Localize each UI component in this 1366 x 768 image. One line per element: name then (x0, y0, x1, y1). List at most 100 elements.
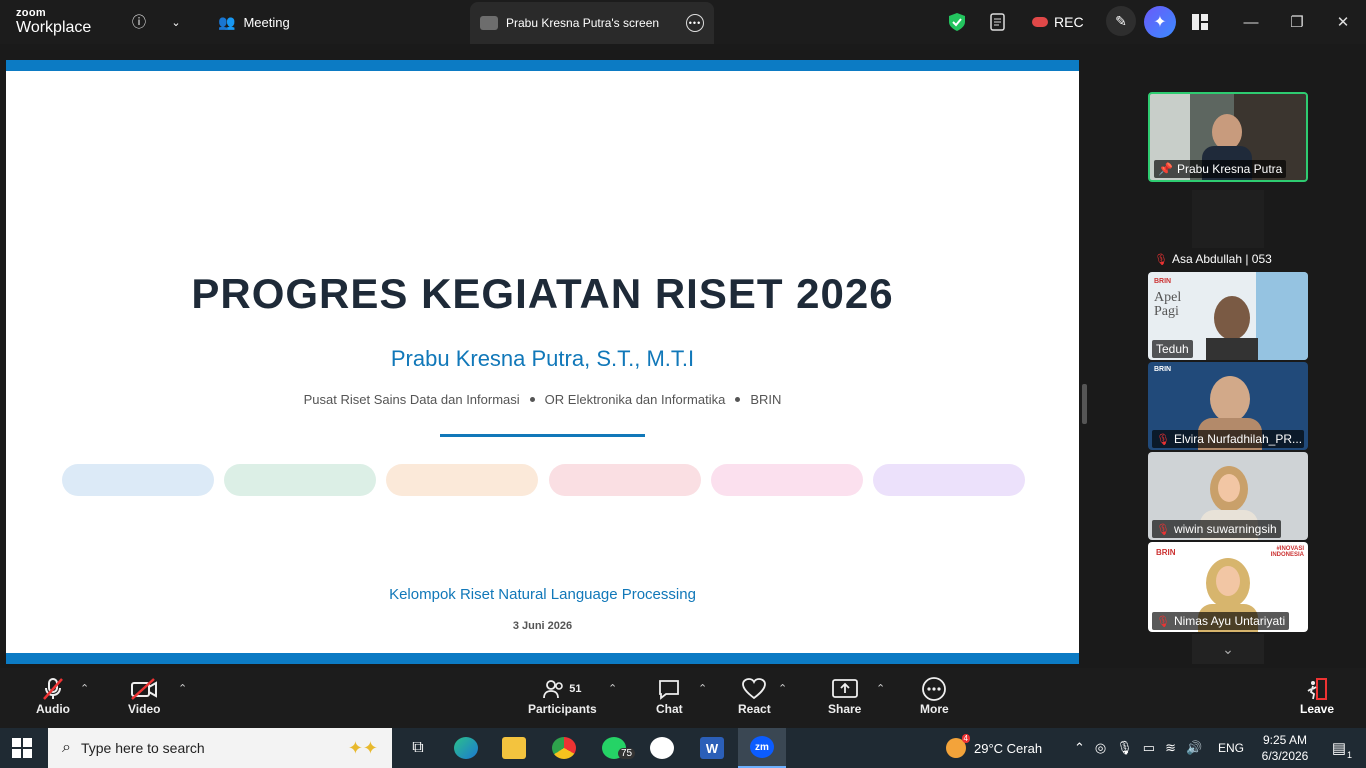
annotate-pencil-icon[interactable]: ✎ (1106, 6, 1136, 36)
participants-icon: 51 (543, 676, 581, 702)
tray-camera-icon[interactable]: ◎ (1095, 740, 1106, 756)
tab-shared-screen[interactable]: Prabu Kresna Putra's screen ••• (470, 2, 714, 44)
task-view-icon[interactable]: ⧉ (394, 728, 442, 768)
video-options-caret-icon[interactable]: ⌃ (178, 682, 187, 695)
notification-count: 1 (1346, 750, 1352, 760)
participant-name-label: 🎙 Nimas Ayu Untariyati (1152, 612, 1290, 630)
leave-icon (1305, 676, 1329, 702)
heart-icon (741, 676, 767, 702)
zoom-taskbar-icon[interactable]: zm (738, 728, 786, 768)
weather-text: 29°C Cerah (974, 740, 1043, 756)
participants-caret-icon[interactable]: ⌃ (608, 682, 617, 695)
file-explorer-icon[interactable] (490, 728, 538, 768)
tab-meeting[interactable]: 👥 Meeting (218, 0, 290, 44)
minimize-icon[interactable]: — (1228, 0, 1274, 44)
video-tile[interactable]: BRIN 🎙 Elvira Nurfadhilah_PR... (1148, 362, 1308, 450)
slide-pill (872, 464, 1025, 496)
slide-research-group: Kelompok Riset Natural Language Processi… (389, 586, 696, 603)
react-button[interactable]: React (738, 676, 771, 716)
leave-label: Leave (1300, 702, 1335, 716)
react-label: React (738, 702, 771, 716)
more-options-icon[interactable]: ••• (686, 14, 704, 32)
notifications-icon[interactable]: ▤ 1 (1326, 728, 1352, 768)
ai-companion-icon[interactable]: ✦ (1144, 6, 1176, 38)
chat-button[interactable]: Chat (656, 676, 683, 716)
video-tile-active-speaker[interactable]: 📌 Prabu Kresna Putra (1148, 92, 1308, 182)
weather-widget[interactable]: 4 29°C Cerah (946, 728, 1042, 768)
mic-muted-icon: 🎙 (1156, 615, 1170, 628)
react-caret-icon[interactable]: ⌃ (778, 682, 787, 695)
notes-icon[interactable] (988, 0, 1008, 44)
participants-button[interactable]: 51 Participants (528, 676, 597, 716)
bullet-dot (529, 397, 535, 402)
search-icon: ⌕ (62, 739, 71, 756)
brin-logo: BRIN (1154, 278, 1172, 285)
security-shield-icon[interactable] (948, 0, 966, 44)
more-button[interactable]: More (920, 676, 949, 716)
leave-button[interactable]: Leave (1300, 676, 1334, 716)
language-indicator[interactable]: ENG (1218, 728, 1244, 768)
language-label: ENG (1218, 741, 1245, 755)
brin-logo: BRIN (1156, 548, 1176, 557)
video-button[interactable]: Video (128, 676, 160, 716)
participant-name: Elvira Nurfadhilah_PR... (1173, 432, 1303, 446)
info-icon[interactable]: ⓘ (130, 0, 148, 44)
affiliation-agency: BRIN (750, 392, 782, 407)
participants-count: 51 (569, 683, 582, 695)
tab-share-label: Prabu Kresna Putra's screen (506, 16, 660, 30)
chatgpt-icon[interactable] (638, 728, 686, 768)
whatsapp-badge: 75 (618, 748, 636, 759)
slide-pill (224, 464, 377, 496)
wifi-icon[interactable]: ≋ (1165, 740, 1176, 756)
recording-indicator[interactable]: REC (1032, 0, 1084, 44)
volume-icon[interactable]: 🔊 (1186, 740, 1202, 756)
inovasi-logo: #INOVASI INDONESIA (1270, 546, 1304, 558)
share-button[interactable]: Share (828, 676, 861, 716)
splitter-handle[interactable] (1082, 384, 1087, 424)
chevron-down-icon[interactable]: ⌄ (168, 0, 184, 44)
tray-chevron-icon[interactable]: ⌃ (1074, 740, 1085, 756)
gallery-scroll-down-icon[interactable]: ⌄ (1192, 634, 1264, 664)
participant-name: wiwin suwarningsih (1173, 522, 1277, 536)
share-caret-icon[interactable]: ⌃ (876, 682, 885, 695)
audio-options-caret-icon[interactable]: ⌃ (80, 682, 89, 695)
word-icon[interactable]: W (688, 728, 736, 768)
edge-icon[interactable] (442, 728, 490, 768)
battery-icon[interactable]: ▭ (1143, 740, 1155, 756)
weather-badge: 4 (961, 734, 970, 743)
more-label: More (920, 702, 949, 716)
participant-name: Nimas Ayu Untariyati (1173, 614, 1286, 628)
tray-mic-icon[interactable]: 🎙 (1116, 740, 1133, 756)
video-tile[interactable]: 🎙 wiwin suwarningsih (1148, 452, 1308, 540)
participant-name-label: 🎙 Asa Abdullah | 053 (1150, 250, 1276, 268)
participant-name-label: 📌 Prabu Kresna Putra (1154, 160, 1287, 178)
brand-bottom: Workplace (16, 19, 92, 36)
windows-start-icon[interactable] (12, 738, 32, 758)
search-placeholder: Type here to search (80, 740, 205, 756)
restore-icon[interactable]: ❐ (1274, 0, 1320, 44)
meeting-toolbar: Audio ⌃ Video ⌃ 51 Participants ⌃ Chat ⌃… (0, 668, 1366, 728)
slide-pill (62, 464, 214, 496)
audio-button[interactable]: Audio (36, 676, 70, 716)
avatar-face (1216, 566, 1240, 596)
affiliation-center: Pusat Riset Sains Data dan Informasi (303, 392, 520, 407)
clock[interactable]: 9:25 AM 6/3/2026 (1256, 728, 1314, 768)
slide-top-bar (6, 60, 1079, 71)
chat-caret-icon[interactable]: ⌃ (698, 682, 707, 695)
audio-label: Audio (36, 702, 70, 716)
close-icon[interactable]: ✕ (1320, 0, 1366, 44)
slide-divider (440, 434, 645, 437)
participant-name-label: 🎙 Elvira Nurfadhilah_PR... (1152, 430, 1304, 448)
whatsapp-icon[interactable]: 75 (590, 728, 638, 768)
video-tile[interactable]: BRIN #INOVASI INDONESIA 🎙 Nimas Ayu Unta… (1148, 542, 1308, 632)
video-tile[interactable]: BRIN Apel Pagi Teduh (1148, 272, 1308, 360)
side-panel-icon[interactable] (1190, 0, 1210, 44)
share-screen-icon (831, 676, 858, 702)
chrome-icon[interactable] (540, 728, 588, 768)
system-tray: ⌃ ◎ 🎙 ▭ ≋ 🔊 (1074, 728, 1202, 768)
zoom-logo: zoom Workplace (16, 8, 91, 36)
taskbar-search-box[interactable]: ⌕ Type here to search ✦✦ (48, 728, 392, 768)
poster-pattern (1256, 272, 1308, 360)
people-icon: 👥 (218, 13, 236, 30)
avatar-face (1218, 474, 1240, 502)
